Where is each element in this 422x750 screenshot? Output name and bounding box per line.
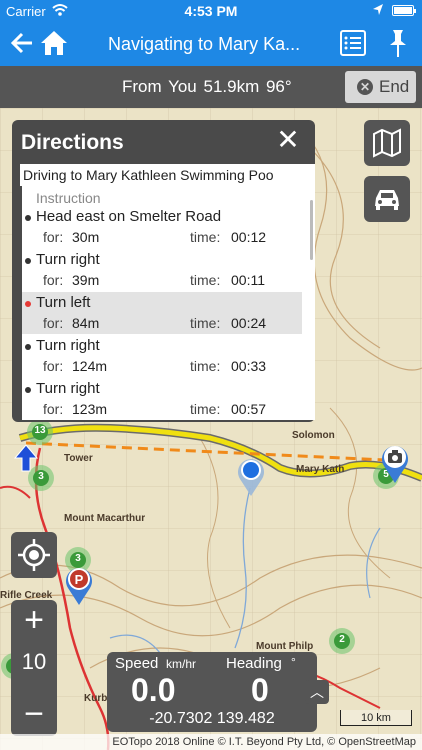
for-label: for:: [43, 358, 64, 374]
map-layers-button[interactable]: [364, 120, 410, 166]
svg-text:P: P: [75, 572, 84, 587]
for-label: for:: [43, 315, 64, 331]
locate-me-button[interactable]: [11, 532, 57, 578]
direction-step[interactable]: Turn right for: 123m time: 00:57: [22, 378, 302, 420]
direction-step[interactable]: Turn right for: 39m time: 00:11: [22, 249, 302, 291]
zoom-in-button[interactable]: +: [11, 600, 57, 642]
chevron-up-icon[interactable]: ︿: [305, 680, 329, 704]
directions-subtitle: Driving to Mary Kathleen Swimming Poo: [20, 164, 315, 186]
driving-mode-button[interactable]: [364, 176, 410, 222]
step-distance: 84m: [72, 315, 100, 331]
step-distance: 123m: [72, 401, 108, 417]
for-label: for:: [43, 272, 64, 288]
direction-step[interactable]: Turn right for: 124m time: 00:33: [22, 335, 302, 377]
heading-unit: °: [291, 655, 296, 669]
step-distance: 124m: [72, 358, 108, 374]
cluster-count: 3: [75, 553, 81, 564]
step-instruction: Turn right: [36, 337, 100, 354]
step-time: 00:11: [231, 272, 265, 288]
end-button-label: End: [379, 77, 410, 96]
map-attribution: EOTopo 2018 Online © I.T. Beyond Pty Ltd…: [0, 734, 422, 750]
step-distance: 30m: [72, 229, 100, 245]
clock: 4:53 PM: [184, 3, 238, 19]
for-label: for:: [43, 229, 64, 245]
direction-step-selected[interactable]: Turn left for: 84m time: 00:24: [22, 292, 302, 334]
step-distance: 39m: [72, 272, 100, 288]
step-time: 00:33: [231, 358, 267, 374]
current-location-arrow-icon: [13, 444, 39, 477]
step-bullet: [25, 258, 31, 264]
zoom-out-button[interactable]: −: [11, 694, 57, 736]
parking-poi-icon[interactable]: P: [64, 564, 94, 611]
speed-heading-panel: Speed km/hr Heading ° 0.0 0 -20.7302 139…: [107, 652, 317, 732]
scrollbar[interactable]: [310, 200, 313, 260]
map-label: Mount Macarthur: [64, 513, 146, 524]
end-navigation-button[interactable]: ✕ End: [345, 71, 416, 103]
status-bar: Carrier 4:53 PM: [0, 0, 422, 22]
route-summary: From You 51.9km 96°: [122, 77, 292, 96]
back-arrow-icon[interactable]: [10, 30, 34, 56]
directions-panel: Directions ✕ Driving to Mary Kathleen Sw…: [12, 120, 315, 422]
direction-step[interactable]: Head east on Smelter Road for: 30m time:…: [22, 206, 302, 248]
route-info-bar: From You 51.9km 96° ✕ End: [0, 66, 422, 108]
step-time: 00:57: [231, 401, 267, 417]
step-time: 00:12: [231, 229, 267, 245]
step-instruction: Turn right: [36, 251, 100, 268]
car-icon: [375, 190, 399, 210]
time-label: time:: [190, 315, 221, 331]
step-bullet: [25, 301, 31, 307]
map-label: Mary Kath: [296, 464, 345, 475]
time-label: time:: [190, 229, 221, 245]
heading-label: Heading: [226, 655, 282, 672]
map-label: Solomon: [292, 430, 335, 441]
step-instruction: Turn right: [36, 380, 100, 397]
poi-cluster[interactable]: 2: [328, 627, 356, 660]
map-icon: [373, 128, 401, 158]
for-label: for:: [43, 401, 64, 417]
directions-list-icon[interactable]: [340, 30, 366, 56]
zoom-control: + 10 −: [11, 600, 57, 736]
step-bullet: [25, 215, 31, 221]
close-icon[interactable]: ✕: [274, 126, 302, 154]
time-label: time:: [190, 401, 221, 417]
map-label: Kurb: [84, 693, 108, 704]
page-title: Navigating to Mary Ka...: [108, 34, 301, 54]
step-bullet: [25, 387, 31, 393]
map-scale: 10 km: [340, 710, 412, 726]
close-circle-icon: ✕: [357, 79, 373, 95]
home-icon[interactable]: [40, 29, 68, 57]
time-label: time:: [190, 272, 221, 288]
speed-unit: km/hr: [166, 657, 196, 671]
navigation-bar: Navigating to Mary Ka...: [0, 22, 422, 66]
heading-value: 0: [251, 672, 269, 708]
step-instruction: Turn left: [36, 294, 91, 311]
map-label: Mount Philp: [256, 641, 314, 652]
step-instruction: Head east on Smelter Road: [36, 208, 222, 225]
coordinates: -20.7302 139.482: [149, 710, 275, 727]
time-label: time:: [190, 358, 221, 374]
crosshair-icon: [18, 539, 50, 571]
directions-title: Directions: [21, 131, 124, 154]
map-label: Tower: [64, 453, 93, 464]
battery-icon: [392, 5, 416, 16]
pin-icon[interactable]: [388, 28, 408, 58]
speed-label: Speed: [115, 655, 159, 672]
directions-list[interactable]: Instruction Head east on Smelter Road fo…: [22, 186, 315, 420]
camera-poi-icon[interactable]: [380, 442, 410, 489]
instruction-column-header: Instruction: [36, 190, 101, 206]
cluster-count: 13: [34, 425, 46, 436]
step-time: 00:24: [231, 315, 267, 331]
cluster-count: 2: [339, 634, 345, 645]
zoom-level: 10: [21, 649, 47, 674]
location-arrow-icon: [372, 3, 384, 20]
destination-pin-icon[interactable]: [236, 455, 266, 502]
speed-value: 0.0: [131, 672, 176, 708]
step-bullet: [25, 344, 31, 350]
